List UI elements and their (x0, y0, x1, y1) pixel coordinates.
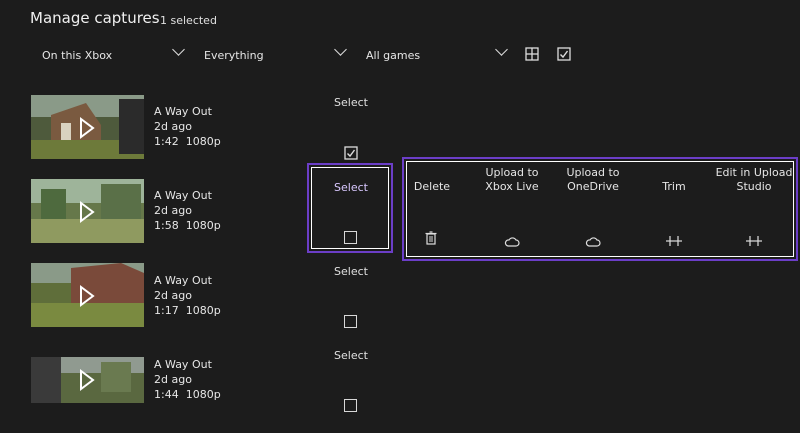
capture-age: 2d ago (154, 120, 192, 133)
cloud-icon (585, 232, 601, 251)
chevron-down-icon[interactable] (172, 43, 185, 56)
action-label: Upload to (485, 166, 539, 179)
action-label: Studio (736, 180, 772, 193)
capture-age: 2d ago (154, 289, 192, 302)
capture-age: 2d ago (154, 204, 192, 217)
game-title: A Way Out (154, 358, 212, 371)
chevron-down-icon[interactable] (495, 43, 508, 56)
upload-xbox-live-action[interactable]: Upload to Xbox Live (467, 166, 557, 247)
capture-info: A Way Out 2d ago 1:17 1080p (154, 273, 221, 318)
location-filter-label: On this Xbox (42, 48, 113, 62)
selection-count: 1 selected (160, 14, 217, 27)
trim-action[interactable]: Trim (629, 166, 719, 246)
select-label: Select (334, 181, 368, 194)
capture-thumbnail[interactable] (31, 263, 144, 327)
capture-thumbnail[interactable] (31, 179, 144, 243)
grid-view-icon[interactable] (525, 46, 539, 61)
page-title: Manage captures (30, 9, 160, 27)
capture-checkbox[interactable] (344, 231, 357, 244)
action-label: Xbox Live (485, 180, 539, 193)
trash-icon (425, 230, 437, 249)
game-title: A Way Out (154, 189, 212, 202)
select-label: Select (334, 96, 368, 109)
capture-info: A Way Out 2d ago 1:44 1080p (154, 357, 221, 402)
capture-resolution: 1080p (185, 219, 221, 232)
type-filter-label: Everything (204, 48, 264, 62)
action-label: OneDrive (567, 180, 619, 193)
capture-thumbnail[interactable] (31, 95, 144, 159)
capture-checkbox[interactable] (344, 145, 358, 164)
capture-thumbnail[interactable] (31, 357, 144, 403)
select-label: Select (334, 265, 368, 278)
action-label: Upload to (566, 166, 620, 179)
select-label: Select (334, 349, 368, 362)
location-filter[interactable]: On this Xbox (42, 46, 112, 64)
trim-icon (746, 232, 762, 251)
capture-info: A Way Out 2d ago 1:58 1080p (154, 188, 221, 233)
delete-action[interactable]: Delete (387, 166, 477, 245)
capture-duration: 1:44 (154, 388, 179, 401)
games-filter[interactable]: All games (366, 46, 420, 64)
game-title: A Way Out (154, 105, 212, 118)
type-filter[interactable]: Everything (204, 46, 264, 64)
action-label: Delete (413, 180, 451, 193)
games-filter-label: All games (366, 48, 421, 62)
capture-age: 2d ago (154, 373, 192, 386)
capture-info: A Way Out 2d ago 1:42 1080p (154, 104, 221, 149)
cloud-icon (504, 232, 520, 251)
capture-resolution: 1080p (185, 135, 221, 148)
action-label: Edit in Upload (715, 166, 793, 179)
trim-icon (666, 232, 682, 251)
select-all-checkbox-icon[interactable] (557, 46, 571, 61)
edit-upload-studio-action[interactable]: Edit in Upload Studio (709, 166, 799, 246)
action-label: Trim (662, 180, 686, 193)
capture-duration: 1:42 (154, 135, 179, 148)
capture-checkbox[interactable] (344, 399, 357, 412)
game-title: A Way Out (154, 274, 212, 287)
upload-onedrive-action[interactable]: Upload to OneDrive (548, 166, 638, 247)
capture-duration: 1:17 (154, 304, 179, 317)
capture-duration: 1:58 (154, 219, 179, 232)
capture-resolution: 1080p (185, 304, 221, 317)
capture-resolution: 1080p (185, 388, 221, 401)
chevron-down-icon[interactable] (334, 43, 347, 56)
capture-checkbox[interactable] (344, 315, 357, 328)
